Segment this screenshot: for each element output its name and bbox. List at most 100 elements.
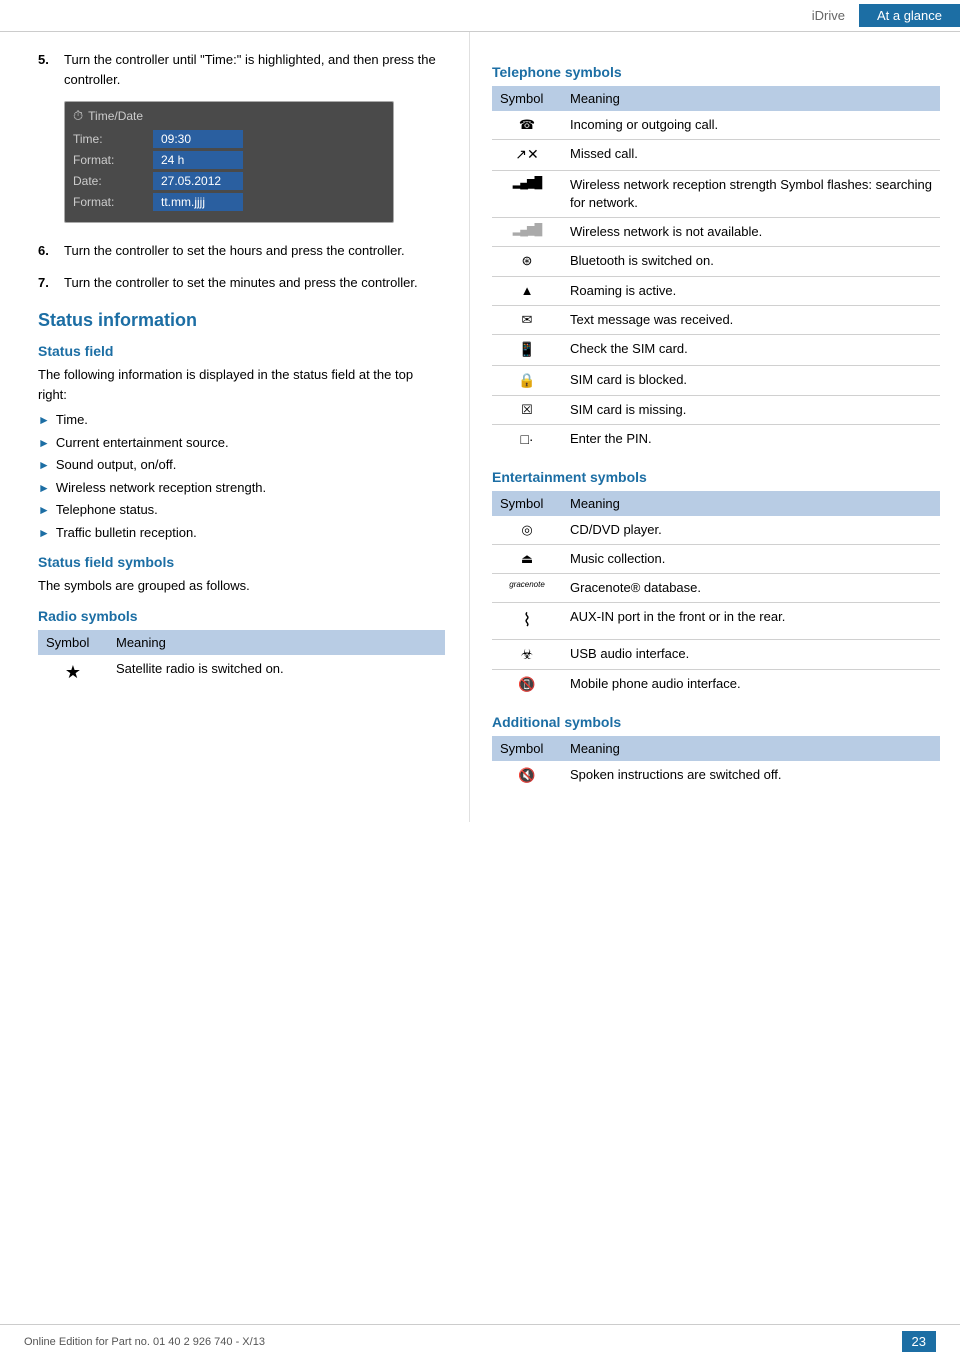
tel-meaning-5: Bluetooth is switched on. [562, 247, 940, 276]
widget-label-time: Time: [73, 132, 153, 146]
tel-meaning-3: Wireless network reception strength Symb… [562, 170, 940, 217]
table-row: gracenote Gracenote® database. [492, 574, 940, 603]
ent-col1: Symbol [492, 491, 562, 516]
entertainment-symbols-table: Symbol Meaning ◎ CD/DVD player. ⏏ Music … [492, 491, 940, 700]
step-7-text: Turn the controller to set the minutes a… [64, 273, 418, 293]
arrow-icon-4: ► [38, 479, 50, 498]
table-row: 🔇 Spoken instructions are switched off. [492, 761, 940, 791]
tel-meaning-10: SIM card is missing. [562, 396, 940, 425]
ent-sym-3: gracenote [492, 574, 562, 603]
tel-col1: Symbol [492, 86, 562, 111]
ent-meaning-6: Mobile phone audio interface. [562, 670, 940, 700]
step-5-num: 5. [38, 50, 56, 89]
step-6: 6. Turn the controller to set the hours … [38, 241, 445, 261]
ent-sym-1: ◎ [492, 516, 562, 545]
table-row: ◎ CD/DVD player. [492, 516, 940, 545]
tel-meaning-11: Enter the PIN. [562, 425, 940, 455]
add-col1: Symbol [492, 736, 562, 761]
status-field-symbols-intro: The symbols are grouped as follows. [38, 576, 445, 596]
arrow-icon-6: ► [38, 524, 50, 543]
widget-row-format1: Format: 24 h [73, 151, 385, 169]
table-row: ☣ USB audio interface. [492, 639, 940, 670]
table-row: ⌇ AUX-IN port in the front or in the rea… [492, 603, 940, 639]
ent-sym-5: ☣ [492, 639, 562, 670]
table-row: ▲ Roaming is active. [492, 276, 940, 305]
bullet-sound: ►Sound output, on/off. [38, 455, 445, 475]
tel-meaning-7: Text message was received. [562, 305, 940, 334]
right-column: Telephone symbols Symbol Meaning ☎ Incom… [470, 32, 960, 822]
radio-symbols-heading: Radio symbols [38, 608, 445, 624]
telephone-symbols-heading: Telephone symbols [492, 64, 940, 80]
table-row: 📱 Check the SIM card. [492, 334, 940, 365]
ent-meaning-2: Music collection. [562, 545, 940, 574]
arrow-icon-2: ► [38, 434, 50, 453]
ent-meaning-1: CD/DVD player. [562, 516, 940, 545]
table-row: ↗✕ Missed call. [492, 140, 940, 171]
status-information-heading: Status information [38, 310, 445, 331]
bullet-time: ►Time. [38, 410, 445, 430]
page-number: 23 [902, 1331, 936, 1352]
ent-sym-4: ⌇ [492, 603, 562, 639]
widget-title: ⏱ Time/Date [73, 108, 385, 124]
widget-label-date: Date: [73, 174, 153, 188]
entertainment-symbols-heading: Entertainment symbols [492, 469, 940, 485]
widget-row-format2: Format: tt.mm.jjjj [73, 193, 385, 211]
tel-sym-11: □· [492, 425, 562, 455]
step-6-num: 6. [38, 241, 56, 261]
table-row: 🔒 SIM card is blocked. [492, 365, 940, 396]
widget-value-time: 09:30 [153, 130, 243, 148]
tel-meaning-8: Check the SIM card. [562, 334, 940, 365]
table-row: □· Enter the PIN. [492, 425, 940, 455]
footer-text: Online Edition for Part no. 01 40 2 926 … [24, 1336, 265, 1348]
radio-meaning-1: Satellite radio is switched on. [108, 655, 445, 690]
radio-col2: Meaning [108, 630, 445, 655]
tel-sym-10: ☒ [492, 396, 562, 425]
time-date-widget: ⏱ Time/Date Time: 09:30 Format: 24 h Dat… [64, 101, 394, 223]
tel-col2: Meaning [562, 86, 940, 111]
ent-sym-6: 📵 [492, 670, 562, 700]
tel-sym-9: 🔒 [492, 365, 562, 396]
ent-col2: Meaning [562, 491, 940, 516]
add-sym-1: 🔇 [492, 761, 562, 791]
bullet-wireless: ►Wireless network reception strength. [38, 478, 445, 498]
main-content: 5. Turn the controller until "Time:" is … [0, 32, 960, 822]
bullet-telephone: ►Telephone status. [38, 500, 445, 520]
widget-row-time: Time: 09:30 [73, 130, 385, 148]
tel-sym-7: ✉ [492, 305, 562, 334]
status-field-heading: Status field [38, 343, 445, 359]
status-field-bullets: ►Time. ►Current entertainment source. ►S… [38, 410, 445, 542]
tel-meaning-6: Roaming is active. [562, 276, 940, 305]
step-5: 5. Turn the controller until "Time:" is … [38, 50, 445, 89]
bullet-entertainment: ►Current entertainment source. [38, 433, 445, 453]
table-row: 📵 Mobile phone audio interface. [492, 670, 940, 700]
tel-sym-8: 📱 [492, 334, 562, 365]
widget-value-date: 27.05.2012 [153, 172, 243, 190]
table-row: ⏏ Music collection. [492, 545, 940, 574]
left-column: 5. Turn the controller until "Time:" is … [0, 32, 470, 822]
additional-symbols-heading: Additional symbols [492, 714, 940, 730]
ent-meaning-3: Gracenote® database. [562, 574, 940, 603]
widget-value-format1: 24 h [153, 151, 243, 169]
table-row: ☎ Incoming or outgoing call. [492, 111, 940, 140]
clock-icon: ⏱ [73, 108, 83, 124]
tel-sym-1: ☎ [492, 111, 562, 140]
radio-col1: Symbol [38, 630, 108, 655]
widget-label-format2: Format: [73, 195, 153, 209]
status-field-symbols-heading: Status field symbols [38, 554, 445, 570]
add-meaning-1: Spoken instructions are switched off. [562, 761, 940, 791]
ent-meaning-4: AUX-IN port in the front or in the rear. [562, 603, 940, 639]
arrow-icon-3: ► [38, 456, 50, 475]
tel-meaning-4: Wireless network is not available. [562, 218, 940, 247]
page-footer: Online Edition for Part no. 01 40 2 926 … [0, 1324, 960, 1352]
step-5-text: Turn the controller until "Time:" is hig… [64, 50, 445, 89]
step-6-text: Turn the controller to set the hours and… [64, 241, 405, 261]
page-header: iDrive At a glance [0, 0, 960, 32]
header-at-glance: At a glance [859, 4, 960, 27]
tel-sym-5: ⊛ [492, 247, 562, 276]
table-row: ☒ SIM card is missing. [492, 396, 940, 425]
add-col2: Meaning [562, 736, 940, 761]
widget-row-date: Date: 27.05.2012 [73, 172, 385, 190]
table-row: ★ Satellite radio is switched on. [38, 655, 445, 690]
arrow-icon-1: ► [38, 411, 50, 430]
table-row: ▂▄▆█ Wireless network is not available. [492, 218, 940, 247]
